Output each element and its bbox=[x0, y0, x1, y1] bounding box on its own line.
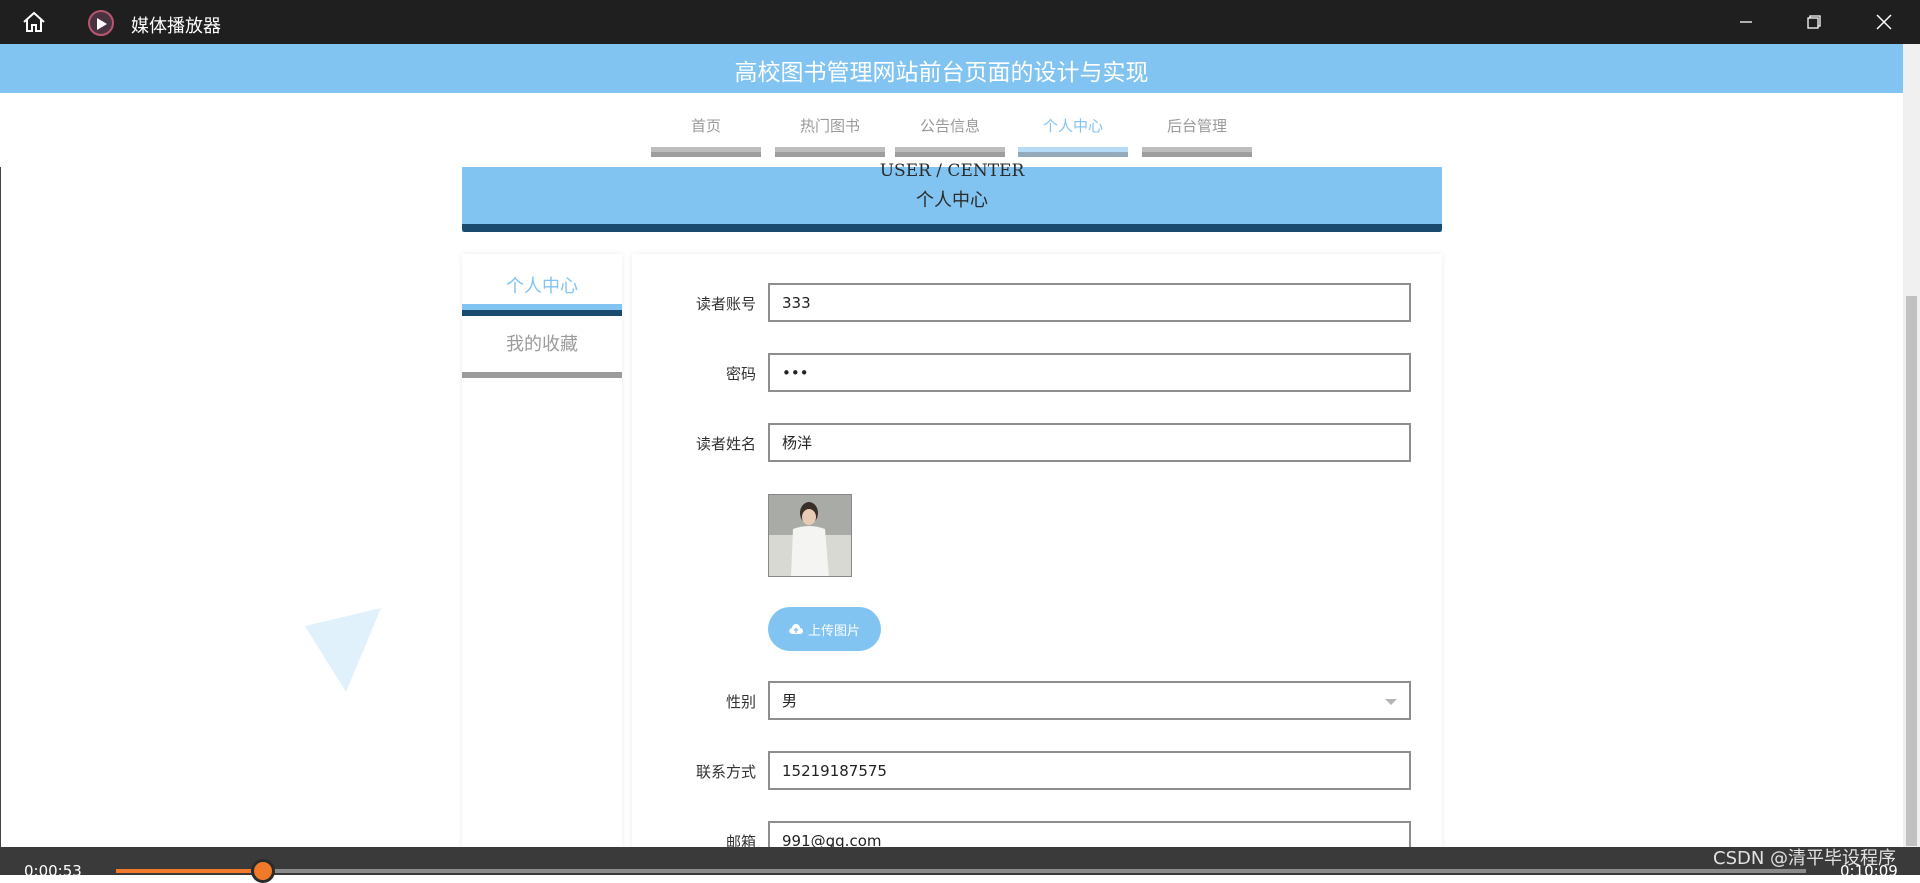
password-label: 密码 bbox=[725, 365, 756, 383]
avatar bbox=[768, 494, 852, 577]
upload-image-button[interactable]: 上传图片 bbox=[768, 607, 881, 651]
window-title-bar: 媒体播放器 bbox=[0, 0, 1920, 44]
seek-bar[interactable] bbox=[116, 869, 1806, 873]
watermark-text: CSDN @清平毕设程序 bbox=[1713, 848, 1897, 869]
nav-item-label: 热门图书 bbox=[799, 117, 860, 135]
side-item-label: 个人中心 bbox=[506, 276, 578, 297]
gender-label: 性别 bbox=[725, 693, 756, 711]
nav-item-label: 首页 bbox=[690, 117, 721, 135]
side-menu: 个人中心 我的收藏 bbox=[462, 254, 622, 854]
play-icon bbox=[88, 10, 114, 36]
nav-item-label: 个人中心 bbox=[1042, 117, 1103, 135]
minimize-icon bbox=[1740, 21, 1752, 23]
banner-title-en: USER / CENTER bbox=[879, 161, 1025, 181]
side-item-favorites[interactable]: 我的收藏 bbox=[462, 322, 622, 378]
name-field[interactable]: 杨洋 bbox=[768, 423, 1411, 462]
close-icon bbox=[1876, 14, 1892, 30]
restore-button[interactable] bbox=[1780, 0, 1848, 44]
name-label: 读者姓名 bbox=[695, 435, 756, 453]
phone-label: 联系方式 bbox=[695, 763, 756, 781]
nav-item-hot-books[interactable]: 热门图书 bbox=[775, 115, 885, 157]
current-time: 0:00:53 bbox=[24, 862, 82, 880]
site-header: 高校图书管理网站前台页面的设计与实现 bbox=[0, 44, 1903, 93]
gender-value: 男 bbox=[782, 692, 798, 710]
side-item-underline bbox=[462, 304, 622, 316]
nav-item-label: 公告信息 bbox=[919, 117, 980, 135]
password-field[interactable]: ••• bbox=[768, 353, 1411, 392]
decorative-triangle bbox=[305, 608, 381, 692]
nav-underline bbox=[895, 147, 1005, 157]
seek-handle[interactable] bbox=[251, 859, 276, 883]
banner-title-cn: 个人中心 bbox=[916, 190, 988, 211]
window-title: 媒体播放器 bbox=[131, 16, 221, 37]
site-title: 高校图书管理网站前台页面的设计与实现 bbox=[734, 60, 1149, 86]
side-item-underline bbox=[462, 372, 622, 378]
account-label: 读者账号 bbox=[695, 295, 756, 313]
main-nav: 首页 热门图书 公告信息 个人中心 后台管理 bbox=[0, 93, 1903, 167]
nav-underline bbox=[1142, 147, 1252, 157]
account-value: 333 bbox=[782, 293, 811, 312]
password-value: ••• bbox=[782, 363, 809, 382]
phone-value: 15219187575 bbox=[782, 761, 887, 780]
nav-underline bbox=[651, 147, 761, 157]
seek-bar-progress bbox=[116, 869, 264, 873]
phone-field[interactable]: 15219187575 bbox=[768, 751, 1411, 790]
restore-icon bbox=[1807, 15, 1821, 29]
scrollbar-thumb[interactable] bbox=[1906, 296, 1917, 846]
nav-underline bbox=[1018, 147, 1128, 157]
minimize-button[interactable] bbox=[1712, 0, 1780, 44]
side-item-user-center[interactable]: 个人中心 bbox=[462, 260, 622, 316]
account-field[interactable]: 333 bbox=[768, 283, 1411, 322]
cloud-upload-icon bbox=[789, 623, 803, 634]
nav-underline bbox=[775, 147, 885, 157]
close-button[interactable] bbox=[1850, 0, 1918, 44]
nav-item-notices[interactable]: 公告信息 bbox=[895, 115, 1005, 157]
chevron-down-icon bbox=[1385, 699, 1397, 705]
upload-button-label: 上传图片 bbox=[807, 623, 860, 639]
name-value: 杨洋 bbox=[782, 434, 813, 452]
nav-item-user-center[interactable]: 个人中心 bbox=[1018, 115, 1128, 157]
side-item-label: 我的收藏 bbox=[506, 334, 578, 355]
home-icon[interactable] bbox=[22, 11, 46, 33]
banner-underline bbox=[462, 224, 1442, 232]
gender-select[interactable]: 男 bbox=[768, 681, 1411, 720]
nav-item-home[interactable]: 首页 bbox=[651, 115, 761, 157]
nav-item-admin[interactable]: 后台管理 bbox=[1142, 115, 1252, 157]
nav-item-label: 后台管理 bbox=[1166, 117, 1227, 135]
